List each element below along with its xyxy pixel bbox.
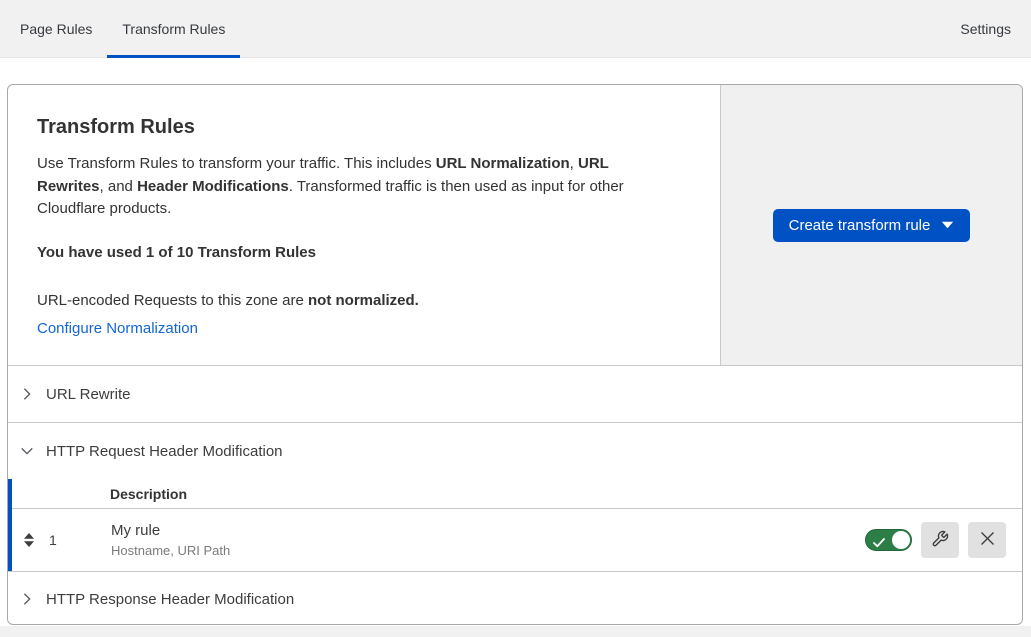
toggle-knob [892,531,910,549]
table-header-row: Description [12,479,1022,509]
section-label: HTTP Request Header Modification [46,443,283,460]
tab-bar: Page Rules Transform Rules Settings [0,0,1031,58]
edit-rule-button[interactable] [921,522,959,558]
check-icon [873,535,885,553]
create-transform-rule-button[interactable]: Create transform rule [773,209,971,242]
normalization-status-text: URL-encoded Requests to this zone are no… [37,290,680,313]
transform-rules-card: Transform Rules Use Transform Rules to t… [7,84,1023,625]
rule-controls [865,522,1022,558]
intro-panel: Transform Rules Use Transform Rules to t… [8,85,721,365]
page-background-strip [0,626,1031,637]
section-url-rewrite[interactable]: URL Rewrite [8,365,1022,422]
description-text: Use Transform Rules to transform your tr… [37,153,677,221]
chevron-right-icon [20,592,34,606]
rule-enabled-toggle[interactable] [865,529,912,551]
chevron-right-icon [20,387,34,401]
section-http-response-header-modification[interactable]: HTTP Response Header Modification [8,571,1022,625]
side-panel: Create transform rule [721,85,1022,365]
section-http-request-header-modification[interactable]: HTTP Request Header Modification [8,422,1022,479]
caret-down-icon [941,217,954,234]
rule-order-number: 1 [49,532,58,548]
rules-table: Description 1 My rule Hostname, URI Path [8,479,1022,571]
tab-transform-rules[interactable]: Transform Rules [107,0,240,57]
rule-info: My rule Hostname, URI Path [111,522,230,558]
tab-settings[interactable]: Settings [945,0,1026,57]
create-button-label: Create transform rule [789,217,931,234]
close-icon [979,530,996,550]
wrench-icon [931,530,949,551]
delete-rule-button[interactable] [968,522,1006,558]
chevron-down-icon [20,444,34,458]
reorder-icon[interactable] [22,532,36,548]
description-column-header: Description [110,486,187,502]
configure-normalization-link[interactable]: Configure Normalization [37,320,198,337]
rule-name: My rule [111,522,230,539]
table-row: 1 My rule Hostname, URI Path [12,509,1022,571]
section-label: HTTP Response Header Modification [46,591,294,608]
usage-count-text: You have used 1 of 10 Transform Rules [37,242,680,265]
section-label: URL Rewrite [46,386,130,403]
tab-page-rules[interactable]: Page Rules [5,0,107,57]
card-top: Transform Rules Use Transform Rules to t… [8,85,1022,365]
rule-fields: Hostname, URI Path [111,543,230,558]
page-title: Transform Rules [37,116,680,139]
